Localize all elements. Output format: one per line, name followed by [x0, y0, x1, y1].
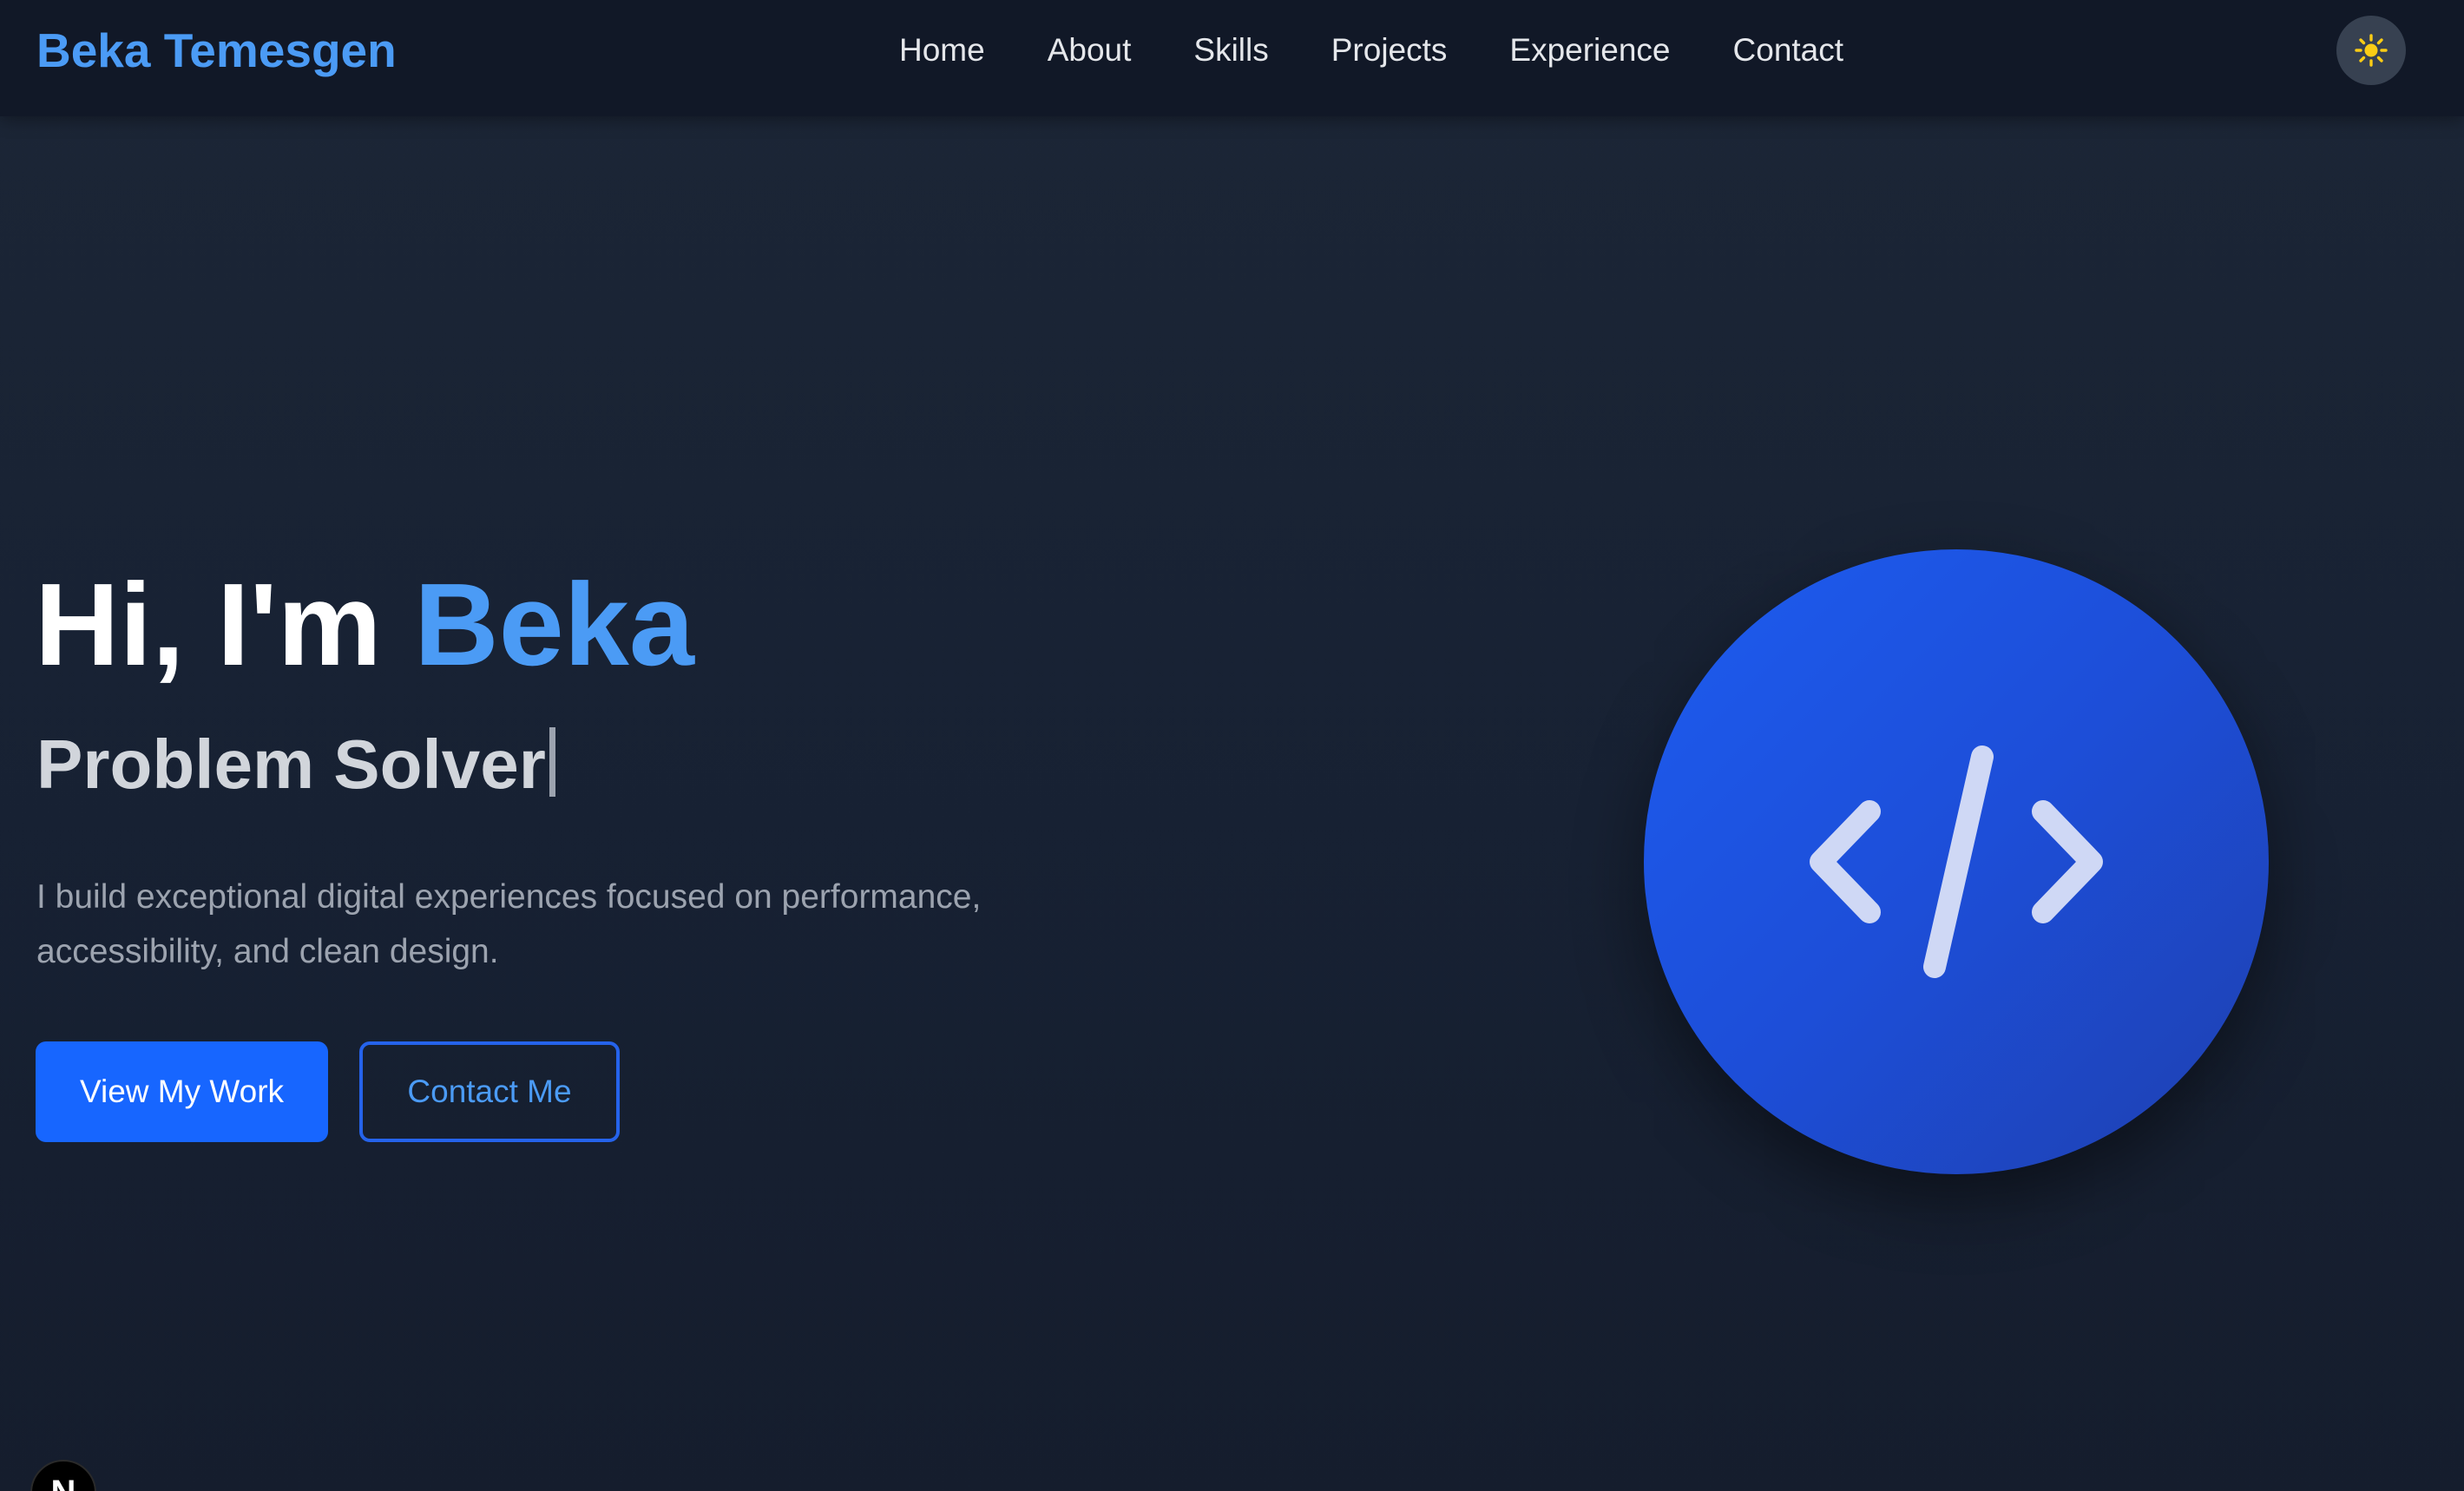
typing-cursor [549, 727, 555, 797]
nav-link-about[interactable]: About [1048, 32, 1132, 69]
contact-me-button[interactable]: Contact Me [359, 1041, 620, 1142]
navbar: Beka Temesgen Home About Skills Projects… [0, 0, 2464, 116]
nav-links: Home About Skills Projects Experience Co… [899, 32, 1843, 69]
hero-name: Beka [414, 559, 694, 690]
hero-description: I build exceptional digital experiences … [36, 878, 982, 970]
view-my-work-button[interactable]: View My Work [36, 1041, 328, 1142]
nextjs-dev-badge[interactable]: N [30, 1460, 96, 1491]
theme-toggle-button[interactable] [2336, 16, 2406, 85]
brand-logo[interactable]: Beka Temesgen [36, 23, 397, 78]
nav-link-skills[interactable]: Skills [1193, 32, 1268, 69]
nav-link-home[interactable]: Home [899, 32, 985, 69]
sun-icon [2355, 34, 2388, 67]
code-illustration [1644, 549, 2269, 1174]
hero-role-text: Problem Solver [36, 726, 546, 803]
hero-greeting-text: Hi, I'm [35, 559, 382, 690]
code-icon [1810, 746, 2103, 978]
nextjs-icon: N [51, 1474, 76, 1491]
nav-link-projects[interactable]: Projects [1331, 32, 1448, 69]
nav-link-contact[interactable]: Contact [1733, 32, 1844, 69]
hero-heading: Hi, I'm Beka [35, 566, 694, 683]
hero-role-typewriter: Problem Solver [36, 727, 555, 799]
nav-link-experience[interactable]: Experience [1509, 32, 1670, 69]
